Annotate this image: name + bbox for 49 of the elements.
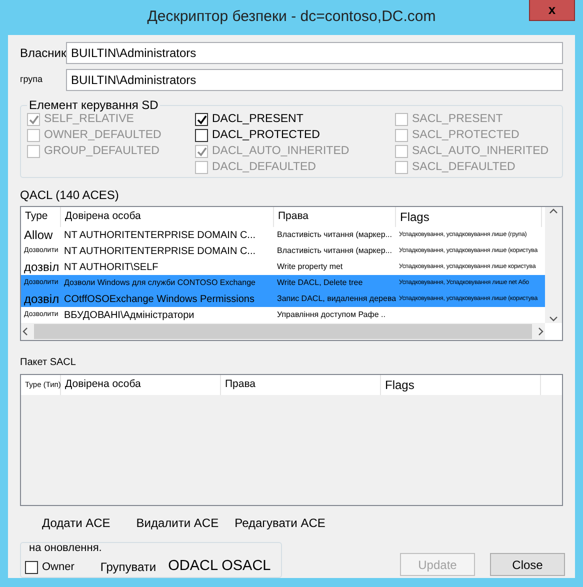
column-header[interactable]: Права (274, 207, 396, 227)
list-title: QACL (140 ACES) (20, 187, 120, 204)
column-header[interactable]: Type (21, 207, 61, 227)
column-header[interactable]: Flags (396, 207, 542, 227)
group-title: на оновлення. (28, 541, 103, 555)
check-icon (28, 114, 38, 124)
table-cell-text: NT AUTHORIT\SELF (63, 260, 160, 274)
column-header[interactable]: Довірена особа (61, 207, 274, 227)
text-button[interactable]: Видалити ACE (132, 512, 223, 534)
column-header[interactable]: Довірена особа (61, 375, 221, 395)
text-button[interactable]: Додати ACE (38, 512, 114, 534)
checkbox[interactable]: DACL_PROTECTED (195, 129, 395, 142)
window-title: Дескриптор безпеки - dc=contoso,DC.com (147, 7, 436, 28)
check-icon (196, 114, 206, 124)
scroll-left-icon[interactable] (21, 327, 30, 336)
close-button[interactable]: Close (490, 553, 565, 576)
table-cell-text: Властивість читання (маркер... (276, 245, 393, 257)
check-icon (196, 146, 206, 156)
group-label: Групувати (100, 559, 156, 576)
group-label: група (20, 73, 44, 86)
table-cell-text: NT AUTHORITENTERPRISE DOMAIN C... (63, 228, 256, 242)
text-button[interactable]: Редагувати ACE (230, 512, 330, 534)
checkbox[interactable]: Owner (25, 560, 74, 574)
table-cell-text: ВБУДОВАНІ\Адміністратори (63, 308, 196, 322)
scroll-down-icon[interactable] (549, 314, 558, 323)
column-header[interactable]: Flags (381, 375, 541, 395)
scroll-right-icon[interactable] (536, 327, 545, 336)
table-cell-text: Управління доступом Рафе .. (276, 309, 386, 321)
group-title: Елемент керування SD (27, 98, 160, 112)
scrollbar-thumb[interactable] (34, 324, 532, 339)
scroll-up-icon[interactable] (549, 207, 558, 216)
table-cell-text: Властивість читання (маркер... (276, 229, 393, 241)
table-cell-text: Allow (23, 227, 54, 244)
close-button[interactable]: x (529, 0, 575, 21)
acl-label: ODACL OSACL (168, 557, 271, 576)
owner-field[interactable]: BUILTIN\Administrators (66, 42, 563, 64)
table-cell-text: дозвіл (23, 259, 60, 276)
column-header[interactable]: Права (221, 375, 381, 395)
table-cell-text: Дозволи Windows для служби CONTOSO Exchange (63, 277, 256, 289)
owner-label: Власник (20, 45, 66, 62)
list-title: Пакет SACL (20, 356, 77, 370)
checkbox[interactable]: DACL_PRESENT (195, 113, 395, 126)
table-cell-text: COtffOSOExchange Windows Permissions (63, 292, 256, 306)
table-cell-text: Write property met (276, 261, 344, 273)
table-cell-text: Запис DACL, видалення дерева (276, 293, 396, 305)
table-cell-text: NT AUTHORITENTERPRISE DOMAIN C... (63, 244, 256, 258)
group-field[interactable]: BUILTIN\Administrators (66, 69, 563, 91)
table-cell-text: Write DACL, Delete tree (276, 277, 364, 289)
table-cell-text: дозвіл (23, 291, 60, 308)
